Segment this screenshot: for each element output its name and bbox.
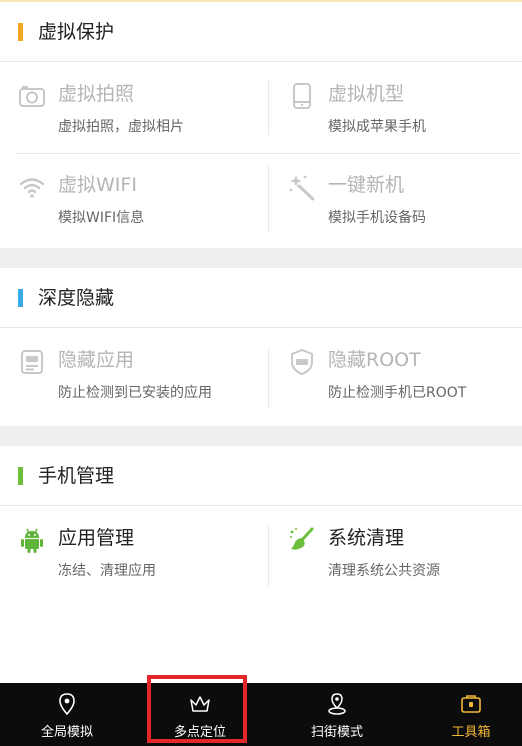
item-title: 系统清理 — [328, 527, 405, 549]
system-clean-item[interactable]: 系统清理 清理系统公共资源 — [0, 506, 440, 597]
hide-root-item[interactable]: 隐藏ROOT 防止检测手机已ROOT — [0, 328, 466, 419]
tab-label: 扫街模式 — [310, 725, 363, 740]
item-subtitle: 模拟成苹果手机 — [328, 119, 426, 135]
broom-icon — [290, 527, 314, 550]
section-header: 手机管理 — [0, 446, 522, 506]
section-title: 深度隐藏 — [38, 287, 115, 309]
crown-icon — [190, 696, 210, 712]
item-subtitle: 防止检测手机已ROOT — [328, 385, 467, 401]
column-divider — [268, 80, 269, 135]
item-subtitle: 模拟手机设备码 — [328, 210, 426, 226]
section-deep-hide: 深度隐藏 隐藏应用 防止检测到已安装的应用 隐藏ROOT 防止检测手机已ROOT — [0, 268, 522, 426]
section-virtual-protection: 虚拟保护 虚拟拍照 虚拟拍照，虚拟相片 虚拟机型 模拟成苹果手机 虚拟WIFI … — [0, 2, 522, 248]
phone-icon — [293, 83, 311, 109]
tab-label: 工具箱 — [451, 725, 491, 740]
section-header: 虚拟保护 — [0, 2, 522, 62]
tab-label: 多点定位 — [173, 725, 226, 740]
section-gap — [0, 426, 522, 446]
section-phone-management: 手机管理 应用管理 冻结、清理应用 系统清理 清理系统公共资源 — [0, 446, 522, 683]
magic-wand-icon — [289, 175, 315, 201]
column-divider — [268, 526, 269, 586]
root-shield-icon — [291, 348, 313, 376]
section-accent-bar — [18, 289, 23, 307]
toolbox-icon — [461, 695, 481, 713]
section-accent-bar — [18, 23, 23, 41]
new-device-item[interactable]: 一键新机 模拟手机设备码 — [0, 153, 426, 244]
column-divider — [268, 348, 269, 408]
section-header: 深度隐藏 — [0, 268, 522, 328]
virtual-model-item[interactable]: 虚拟机型 模拟成苹果手机 — [0, 62, 426, 153]
bottom-tab-bar: 全局模拟 多点定位 扫街模式 工具箱 — [0, 683, 522, 746]
item-title: 一键新机 — [328, 174, 405, 196]
tab-toolbox[interactable]: 工具箱 — [406, 683, 522, 746]
section-gap — [0, 248, 522, 268]
section-title: 虚拟保护 — [38, 21, 115, 43]
section-title: 手机管理 — [38, 465, 115, 487]
item-title: 虚拟机型 — [328, 83, 405, 105]
item-subtitle: 清理系统公共资源 — [328, 563, 440, 579]
tab-global-simulation[interactable]: 全局模拟 — [2, 683, 132, 746]
section-accent-bar — [18, 467, 23, 485]
column-divider — [268, 165, 269, 233]
item-title: 隐藏ROOT — [328, 349, 421, 371]
tab-label: 全局模拟 — [40, 725, 93, 740]
tab-multi-point-location[interactable]: 多点定位 — [135, 683, 265, 746]
tab-street-scan-mode[interactable]: 扫街模式 — [272, 683, 402, 746]
location-pin-icon — [59, 693, 75, 715]
scan-pin-icon — [328, 693, 346, 715]
